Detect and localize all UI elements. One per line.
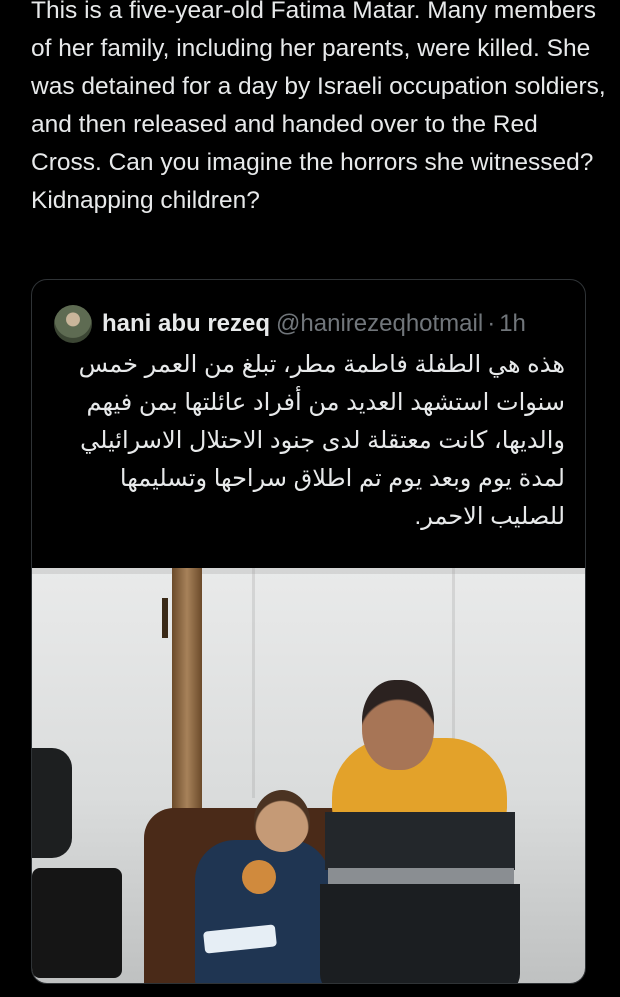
quoted-tweet-time[interactable]: 1h xyxy=(499,310,526,338)
quoted-tweet-card[interactable]: hani abu rezeq @hanirezeqhotmail · 1h هذ… xyxy=(31,279,586,984)
man-head xyxy=(362,680,434,770)
child-head xyxy=(254,790,310,852)
avatar[interactable] xyxy=(54,305,92,343)
man-jacket xyxy=(320,884,520,983)
man-jacket xyxy=(325,812,515,870)
tent-fold xyxy=(252,568,255,798)
black-bag xyxy=(32,868,122,978)
quoted-author-name[interactable]: hani abu rezeq xyxy=(102,310,270,338)
quoted-tweet-header: hani abu rezeq @hanirezeqhotmail · 1h xyxy=(54,304,565,344)
tweet-text: This is a five-year-old Fatima Matar. Ma… xyxy=(31,0,606,214)
wooden-beam xyxy=(162,598,168,638)
time-separator: · xyxy=(487,310,496,337)
quoted-author-handle[interactable]: @hanirezeqhotmail xyxy=(276,310,483,338)
bear-print xyxy=(242,860,276,894)
quoted-tweet-text: هذه هي الطفلة فاطمة مطر، تبلغ من العمر خ… xyxy=(78,351,565,530)
photo-object xyxy=(32,748,72,858)
quoted-tweet-photo[interactable] xyxy=(32,568,585,983)
tent-fold xyxy=(32,568,585,574)
